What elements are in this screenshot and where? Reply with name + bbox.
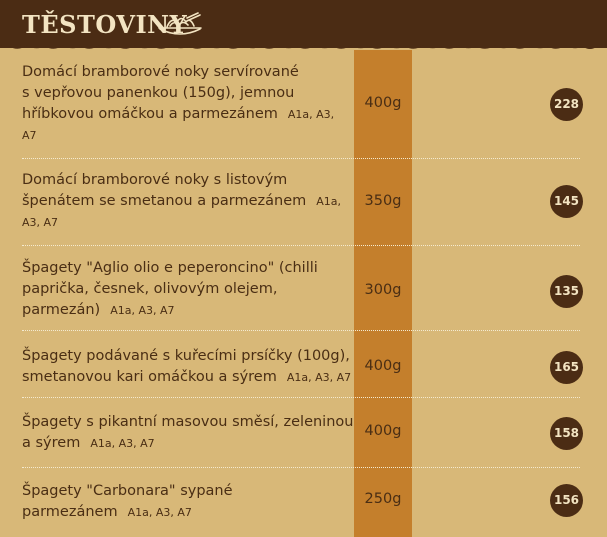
- item-line: Špagety "Carbonara" sypané: [22, 483, 233, 499]
- item-divider: [22, 467, 580, 468]
- item-line: Špagety podávané s kuřecími prsíčky (100…: [22, 348, 350, 364]
- item-price-badge: 165: [550, 351, 583, 384]
- item-line: s vepřovou panenkou (150g), jemnou: [22, 85, 295, 101]
- item-weight: 400g: [364, 358, 402, 374]
- item-line: Domácí bramborové noky servírované: [22, 64, 299, 80]
- item-divider: [22, 158, 580, 159]
- item-line: Domácí bramborové noky s listovým: [22, 172, 288, 188]
- item-allergens: A1a,: [316, 195, 342, 208]
- pasta-icon: [158, 12, 202, 35]
- item-description: Domácí bramborové noky s listovým špenát…: [22, 170, 352, 233]
- item-line: paprička, česnek, olivovým olejem,: [22, 281, 278, 297]
- item-allergens: A1a, A3, A7: [90, 437, 155, 450]
- item-allergens: A1a, A3, A7: [110, 304, 175, 317]
- item-line: Špagety s pikantní masovou směsí, zeleni…: [22, 414, 354, 430]
- item-price-badge: 156: [550, 484, 583, 517]
- item-description: Špagety s pikantní masovou směsí, zeleni…: [22, 412, 367, 454]
- item-description: Domácí bramborové noky servírované s vep…: [22, 62, 352, 146]
- item-weight: 250g: [364, 491, 402, 507]
- item-line: parmezánem: [22, 504, 118, 520]
- item-price-badge: 158: [550, 417, 583, 450]
- item-line: špenátem se smetanou a parmezánem: [22, 193, 307, 209]
- item-weight: 300g: [364, 282, 402, 298]
- item-weight: 400g: [364, 95, 402, 111]
- item-weight: 400g: [364, 423, 402, 439]
- item-allergens: A1a, A3, A7: [286, 371, 352, 384]
- header-wave-edge: [0, 40, 607, 49]
- item-allergens-tail: A7: [22, 129, 37, 142]
- item-allergens: A1a, A3, A7: [127, 506, 192, 519]
- item-description: Špagety podávané s kuřecími prsíčky (100…: [22, 346, 367, 388]
- item-line: hříbkovou omáčkou a parmezánem: [22, 106, 278, 122]
- item-allergens-tail: A3, A7: [22, 216, 59, 229]
- item-divider: [22, 330, 580, 331]
- item-line: smetanovou kari omáčkou a sýrem: [22, 369, 277, 385]
- item-price-badge: 145: [550, 185, 583, 218]
- item-line: a sýrem: [22, 435, 81, 451]
- item-price-badge: 228: [550, 88, 583, 121]
- item-description: Špagety "Aglio olio e peperoncino" (chil…: [22, 258, 352, 321]
- item-divider: [22, 397, 580, 398]
- item-price-badge: 135: [550, 275, 583, 308]
- item-line: Špagety "Aglio olio e peperoncino" (chil…: [22, 260, 318, 276]
- item-allergens: A1a, A3,: [287, 108, 335, 121]
- item-description: Špagety "Carbonara" sypané parmezánem A1a…: [22, 481, 352, 523]
- item-divider: [22, 245, 580, 246]
- item-weight: 350g: [364, 193, 402, 209]
- item-line: parmezán): [22, 302, 101, 318]
